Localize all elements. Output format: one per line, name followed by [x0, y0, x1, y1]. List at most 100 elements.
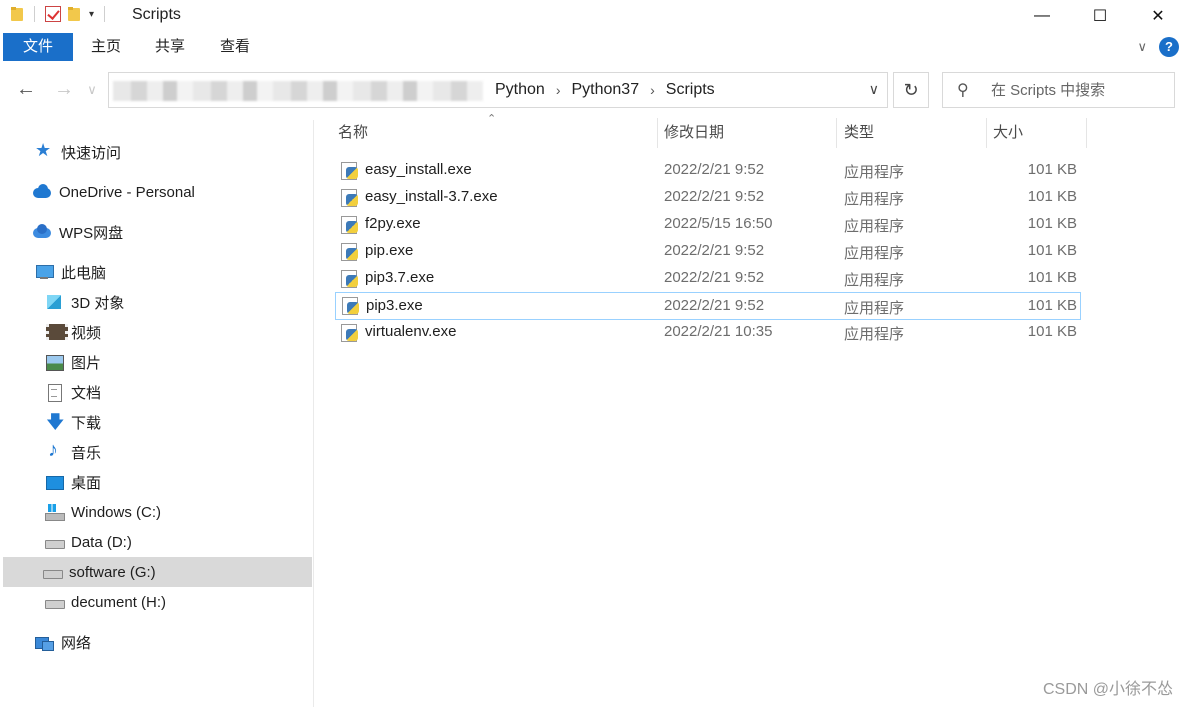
sidebar-item-onedrive[interactable]: OneDrive - Personal: [3, 177, 312, 207]
quick-access-toolbar: ▾: [10, 6, 109, 22]
download-icon: [45, 410, 65, 440]
sidebar-item-label: Data (D:): [71, 533, 132, 551]
file-name: pip3.7.exe: [365, 269, 435, 286]
file-row[interactable]: pip3.7.exe 2022/2/21 9:52 应用程序 101 KB: [335, 266, 1081, 292]
python-exe-icon: [341, 270, 359, 288]
video-icon: [45, 323, 68, 341]
column-divider[interactable]: [1086, 118, 1087, 148]
breadcrumb-python37[interactable]: Python37: [571, 81, 639, 99]
file-row-selected[interactable]: pip3.exe 2022/2/21 9:52 应用程序 101 KB: [335, 292, 1081, 320]
file-size: 101 KB: [1027, 297, 1077, 314]
python-exe-icon: [341, 216, 359, 234]
sidebar-item-videos[interactable]: 视频: [3, 317, 312, 347]
window-title: Scripts: [132, 6, 181, 23]
file-row[interactable]: pip.exe 2022/2/21 9:52 应用程序 101 KB: [335, 239, 1081, 265]
sidebar-item-drive-c[interactable]: Windows (C:): [3, 497, 312, 527]
sidebar-item-label: 3D 对象: [71, 294, 125, 312]
close-button[interactable]: ✕: [1129, 0, 1187, 32]
column-header-size[interactable]: 大小: [993, 118, 1083, 148]
sidebar-item-label: 网络: [61, 634, 92, 652]
file-date: 2022/2/21 9:52: [664, 161, 765, 178]
folder-icon: [10, 6, 24, 22]
sidebar-item-desktop[interactable]: 桌面: [3, 467, 312, 497]
windows-drive-icon: [45, 503, 65, 521]
file-size: 101 KB: [1027, 215, 1077, 232]
sidebar-item-drive-h[interactable]: decument (H:): [3, 587, 312, 617]
sidebar-item-drive-d[interactable]: Data (D:): [3, 527, 312, 557]
blurred-path: [113, 81, 483, 101]
tab-home[interactable]: 主页: [79, 33, 133, 61]
address-dropdown-icon[interactable]: ∨: [869, 81, 879, 98]
sidebar-item-label: 音乐: [71, 444, 102, 462]
sidebar-item-label: Windows (C:): [71, 503, 162, 521]
pane-divider[interactable]: [313, 120, 314, 707]
new-folder-icon[interactable]: [67, 6, 81, 22]
file-size: 101 KB: [1027, 323, 1077, 340]
file-row[interactable]: easy_install-3.7.exe 2022/2/21 9:52 应用程序…: [335, 185, 1081, 211]
file-size: 101 KB: [1027, 269, 1077, 286]
sidebar-item-label: 下载: [71, 414, 102, 432]
column-divider[interactable]: [836, 118, 837, 148]
chevron-down-icon[interactable]: ▾: [89, 9, 94, 20]
column-header-name[interactable]: 名称: [338, 118, 656, 148]
sidebar-item-3d-objects[interactable]: 3D 对象: [3, 287, 312, 317]
expand-ribbon-icon[interactable]: ∨: [1137, 39, 1147, 55]
python-exe-icon: [341, 162, 359, 180]
sidebar-item-pictures[interactable]: 图片: [3, 347, 312, 377]
file-date: 2022/2/21 9:52: [664, 269, 765, 286]
search-input[interactable]: [991, 79, 1167, 101]
drive-icon: [45, 593, 65, 611]
desktop-icon: [45, 473, 64, 491]
network-icon: [35, 633, 54, 651]
column-divider[interactable]: [657, 118, 658, 148]
file-row[interactable]: virtualenv.exe 2022/2/21 10:35 应用程序 101 …: [335, 320, 1081, 346]
column-header-date[interactable]: 修改日期: [664, 118, 834, 148]
file-type: 应用程序: [844, 300, 905, 317]
help-icon[interactable]: ?: [1159, 37, 1179, 57]
drive-icon: [45, 533, 65, 551]
file-date: 2022/5/15 16:50: [664, 215, 773, 232]
cloud-icon: [33, 183, 51, 201]
breadcrumb-python[interactable]: Python: [495, 81, 545, 99]
minimize-button[interactable]: —: [1013, 0, 1071, 32]
sidebar-item-drive-g[interactable]: software (G:): [3, 557, 312, 587]
sidebar-item-downloads[interactable]: 下载: [3, 407, 312, 440]
address-bar[interactable]: Python › Python37 › Scripts ∨: [108, 72, 888, 108]
tab-view[interactable]: 查看: [208, 33, 262, 61]
star-icon: [35, 140, 53, 161]
file-row[interactable]: f2py.exe 2022/5/15 16:50 应用程序 101 KB: [335, 212, 1081, 238]
file-name: virtualenv.exe: [365, 323, 457, 340]
sidebar-item-music[interactable]: 音乐: [3, 437, 312, 467]
watermark: CSDN @小徐不怂: [1042, 681, 1173, 698]
forward-arrow-icon[interactable]: →: [52, 78, 76, 101]
file-row[interactable]: easy_install.exe 2022/2/21 9:52 应用程序 101…: [335, 158, 1081, 184]
sidebar-item-network[interactable]: 网络: [3, 627, 312, 657]
file-type: 应用程序: [844, 218, 905, 235]
sidebar-item-quick-access[interactable]: 快速访问: [3, 137, 312, 167]
recent-locations-icon[interactable]: ∨: [80, 82, 104, 98]
refresh-button[interactable]: ↻: [893, 72, 929, 108]
wps-cloud-icon: [33, 223, 51, 241]
title-bar: ▾ Scripts — ☐ ✕: [0, 0, 1187, 32]
toolbar-divider: [34, 6, 35, 22]
properties-icon[interactable]: [45, 6, 61, 22]
search-box[interactable]: ⚲: [942, 72, 1175, 108]
breadcrumb-separator[interactable]: ›: [556, 82, 561, 98]
sidebar-item-this-pc[interactable]: 此电脑: [3, 257, 312, 287]
sidebar-item-documents[interactable]: 文档: [3, 377, 312, 407]
sidebar-item-label: 桌面: [71, 474, 102, 492]
column-divider[interactable]: [986, 118, 987, 148]
sidebar-item-wps[interactable]: WPS网盘: [3, 217, 312, 247]
file-type: 应用程序: [844, 164, 905, 181]
tab-file[interactable]: 文件: [3, 33, 73, 61]
tab-share[interactable]: 共享: [143, 33, 197, 61]
back-arrow-icon[interactable]: ←: [14, 78, 38, 101]
maximize-button[interactable]: ☐: [1071, 0, 1129, 32]
python-exe-icon: [341, 189, 359, 207]
sidebar-item-label: 视频: [71, 324, 102, 342]
breadcrumb-separator[interactable]: ›: [650, 82, 655, 98]
sidebar-item-label: 文档: [71, 384, 102, 402]
column-header-type[interactable]: 类型: [844, 118, 984, 148]
file-date: 2022/2/21 9:52: [664, 242, 765, 259]
breadcrumb-scripts[interactable]: Scripts: [666, 81, 715, 99]
